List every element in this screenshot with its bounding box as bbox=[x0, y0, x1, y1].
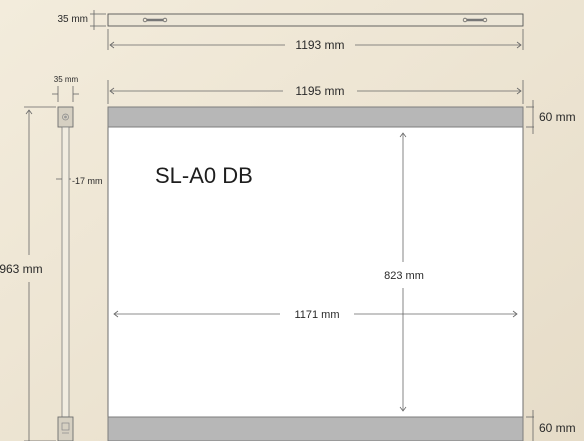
dim-label-total-height: 963 mm bbox=[0, 262, 43, 276]
dim-label-visible-height: 823 mm bbox=[384, 270, 424, 282]
dim-label-rail-height-top: 60 mm bbox=[539, 110, 576, 124]
top-rail bbox=[107, 106, 524, 128]
technical-drawing: 35 mm 1193 mm 35 mm -17 mm 963 mm SL-A0 … bbox=[0, 0, 584, 441]
side-profile-bottom-cap bbox=[57, 416, 74, 441]
top-rail-outline bbox=[107, 13, 524, 27]
dim-label-side-offset: -17 mm bbox=[72, 176, 103, 186]
dim-label-side-profile-width: 35 mm bbox=[54, 75, 79, 84]
model-title: SL-A0 DB bbox=[155, 163, 253, 188]
bottom-rail bbox=[107, 416, 524, 441]
dim-label-top-bar-height: 35 mm bbox=[57, 14, 88, 25]
dim-label-top-bar-length: 1193 mm bbox=[295, 38, 344, 52]
dim-label-total-width: 1195 mm bbox=[295, 84, 344, 98]
dim-label-rail-height-bottom: 60 mm bbox=[539, 421, 576, 435]
top-rail-view bbox=[107, 13, 524, 27]
front-view: SL-A0 DB bbox=[107, 106, 524, 441]
dim-label-visible-width: 1171 mm bbox=[294, 309, 339, 321]
side-profile-bar bbox=[61, 126, 70, 418]
